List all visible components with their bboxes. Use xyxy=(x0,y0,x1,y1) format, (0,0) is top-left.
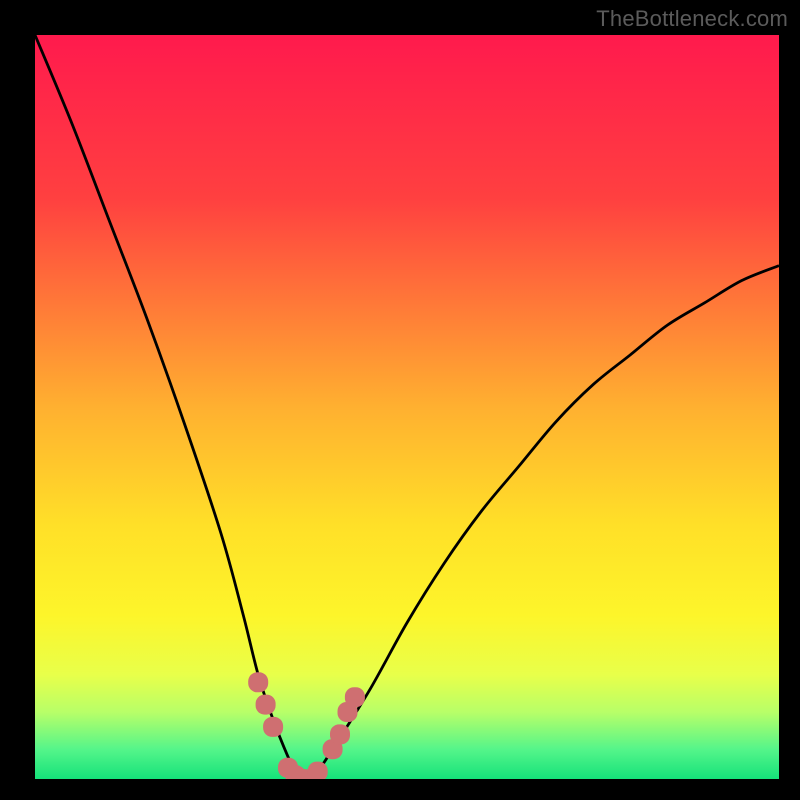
curve-layer xyxy=(35,35,779,779)
attribution-text: TheBottleneck.com xyxy=(596,6,788,32)
plot-area xyxy=(35,35,779,779)
data-marker xyxy=(263,717,283,737)
data-marker xyxy=(256,695,276,715)
data-marker xyxy=(330,724,350,744)
chart-frame: TheBottleneck.com xyxy=(0,0,800,800)
data-marker xyxy=(308,762,328,779)
data-marker xyxy=(345,687,365,707)
data-marker xyxy=(248,672,268,692)
bottleneck-curve xyxy=(35,35,779,779)
